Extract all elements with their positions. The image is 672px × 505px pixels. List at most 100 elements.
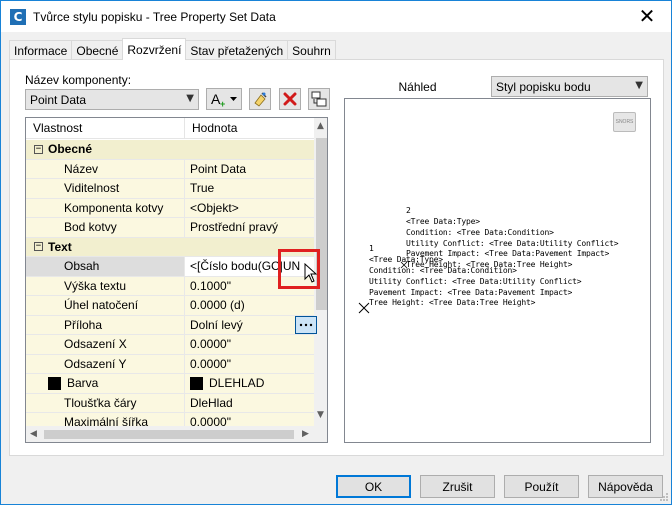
component-draw-order-button[interactable]	[308, 88, 330, 110]
point-marker-x-icon	[358, 302, 370, 314]
preview-line: 1	[369, 244, 374, 253]
property-value[interactable]: True	[185, 179, 314, 198]
layout-tab-panel: Název komponenty: Point Data ▼ A + Vlast…	[9, 59, 664, 456]
delete-component-button[interactable]	[279, 88, 301, 110]
table-row[interactable]: Příloha Dolní levý	[26, 315, 314, 335]
preview-line: <Tree Data:Type>	[406, 217, 480, 226]
table-row[interactable]: Viditelnost True	[26, 179, 314, 199]
scroll-down-icon[interactable]: ▼	[317, 410, 324, 420]
color-swatch-icon	[48, 376, 61, 390]
scroll-right-icon[interactable]: ▶	[302, 429, 309, 439]
component-name-value: Point Data	[30, 92, 87, 107]
collapse-icon[interactable]: −	[34, 242, 43, 252]
property-value[interactable]: 0.0000"	[185, 335, 314, 354]
grid-rows: − Obecné Název Point Data Viditelnost Tru…	[26, 140, 314, 433]
window-title: Tvůrce stylu popisku - Tree Property Set…	[33, 9, 276, 24]
component-name-dropdown[interactable]: Point Data ▼	[25, 89, 199, 110]
preview-label: Náhled	[398, 80, 437, 94]
property-value[interactable]: 0.0000 (d)	[185, 296, 314, 315]
orientation-badge: SNORS	[613, 112, 636, 132]
property-name: Obsah	[26, 257, 185, 276]
property-value[interactable]: Prostřední pravý	[185, 218, 314, 237]
property-value[interactable]: Point Data	[185, 159, 314, 178]
property-name: Výška textu	[26, 276, 185, 295]
property-value[interactable]: DleHlad	[185, 393, 314, 412]
horizontal-scrollbar[interactable]: ◀ ▶	[26, 426, 327, 442]
preview-style-dropdown[interactable]: Styl popisku bodu ▼	[491, 76, 648, 97]
scroll-up-icon[interactable]: ▲	[317, 121, 324, 131]
preview-line: Condition: <Tree Data:Condition>	[406, 228, 554, 237]
table-row[interactable]: Úhel natočení 0.0000 (d)	[26, 296, 314, 316]
mouse-pointer-icon	[304, 263, 318, 283]
property-name: Tloušťka čáry	[26, 393, 185, 412]
preview-style-value: Styl popisku bodu	[496, 79, 591, 94]
cancel-button[interactable]: Zrušit	[420, 475, 495, 498]
property-name-text: Barva	[67, 376, 99, 391]
delete-x-icon	[283, 92, 297, 106]
property-value[interactable]: <Objekt>	[185, 198, 314, 217]
draw-order-icon	[311, 91, 327, 107]
copy-component-icon	[254, 92, 267, 107]
close-icon[interactable]: ✕	[629, 4, 665, 28]
column-header-value[interactable]: Hodnota	[185, 118, 314, 138]
tab-stav-pretazenych[interactable]: Stav přetažených	[185, 40, 289, 60]
apply-button[interactable]: Použít	[504, 475, 579, 498]
property-name: Úhel natočení	[26, 296, 185, 315]
horizontal-scroll-thumb[interactable]	[44, 430, 294, 439]
column-header-property[interactable]: Vlastnost	[26, 118, 185, 138]
property-value[interactable]: 0.0000"	[185, 354, 314, 373]
group-name: Text	[48, 239, 72, 254]
title-bar: C Tvůrce stylu popisku - Tree Property S…	[1, 1, 671, 32]
property-name: Komponenta kotvy	[26, 198, 185, 217]
property-name: Bod kotvy	[26, 218, 185, 237]
table-row-selected[interactable]: Obsah <[Číslo bodu(GC|UN	[26, 257, 314, 277]
table-row[interactable]: Název Point Data	[26, 159, 314, 179]
copy-component-button[interactable]	[249, 88, 271, 110]
group-label-text: − Text	[26, 237, 314, 256]
chevron-down-icon: ▼	[635, 80, 643, 91]
group-row-obecne[interactable]: − Obecné	[26, 140, 314, 160]
tab-strip: Informace Obecné Rozvržení Stav přetažen…	[9, 38, 336, 60]
table-row[interactable]: Odsazení X 0.0000"	[26, 335, 314, 355]
help-button[interactable]: Nápověda	[588, 475, 663, 498]
table-row[interactable]: Výška textu 0.1000"	[26, 276, 314, 296]
tab-rozvrzeni[interactable]: Rozvržení	[122, 38, 187, 60]
ellipsis-icon	[299, 323, 313, 327]
ok-button[interactable]: OK	[336, 475, 411, 498]
table-row[interactable]: Tloušťka čáry DleHlad	[26, 393, 314, 413]
preview-header: Náhled Styl popisku bodu ▼	[344, 76, 650, 98]
civil3d-app-icon: C	[10, 8, 26, 25]
property-name: Barva	[26, 374, 185, 393]
preview-line: Condition: <Tree Data:Condition>	[369, 266, 517, 275]
anchor-point-x-icon	[400, 261, 408, 269]
preview-line: Tree Height: <Tree Data:Tree Height>	[369, 298, 536, 307]
tab-informace[interactable]: Informace	[9, 40, 73, 60]
preview-line: Utility Conflict: <Tree Data:Utility Con…	[406, 239, 619, 248]
group-label-obecne: − Obecné	[26, 140, 314, 159]
color-swatch-icon	[190, 376, 203, 390]
property-name: Odsazení Y	[26, 354, 185, 373]
group-row-text[interactable]: − Text	[26, 237, 314, 257]
table-row[interactable]: Komponenta kotvy <Objekt>	[26, 198, 314, 218]
grid-header: Vlastnost Hodnota	[26, 118, 314, 139]
add-text-component-icon: A +	[211, 91, 237, 108]
preview-line: Utility Conflict: <Tree Data:Utility Con…	[369, 277, 582, 286]
svg-text:+: +	[220, 99, 225, 108]
table-row[interactable]: Odsazení Y 0.0000"	[26, 354, 314, 374]
tab-obecne[interactable]: Obecné	[71, 40, 124, 60]
add-component-button[interactable]: A +	[206, 88, 242, 110]
preview-panel[interactable]: SNORS 2 <Tree Data:Type> Condition: <Tre…	[344, 98, 651, 443]
edit-contents-ellipsis-button[interactable]	[295, 316, 317, 334]
label-style-composer-dialog: C Tvůrce stylu popisku - Tree Property S…	[0, 0, 672, 505]
tab-souhrn[interactable]: Souhrn	[287, 40, 336, 60]
property-name: Příloha	[26, 315, 185, 334]
scroll-left-icon[interactable]: ◀	[30, 429, 37, 439]
table-row[interactable]: Bod kotvy Prostřední pravý	[26, 218, 314, 238]
property-name: Název	[26, 159, 185, 178]
table-row[interactable]: Barva DLEHLAD	[26, 374, 314, 394]
resize-grip-icon[interactable]	[659, 492, 669, 502]
collapse-icon[interactable]: −	[34, 144, 43, 154]
property-value-text: DLEHLAD	[209, 376, 265, 391]
property-value[interactable]: DLEHLAD	[185, 374, 314, 393]
property-name: Viditelnost	[26, 179, 185, 198]
